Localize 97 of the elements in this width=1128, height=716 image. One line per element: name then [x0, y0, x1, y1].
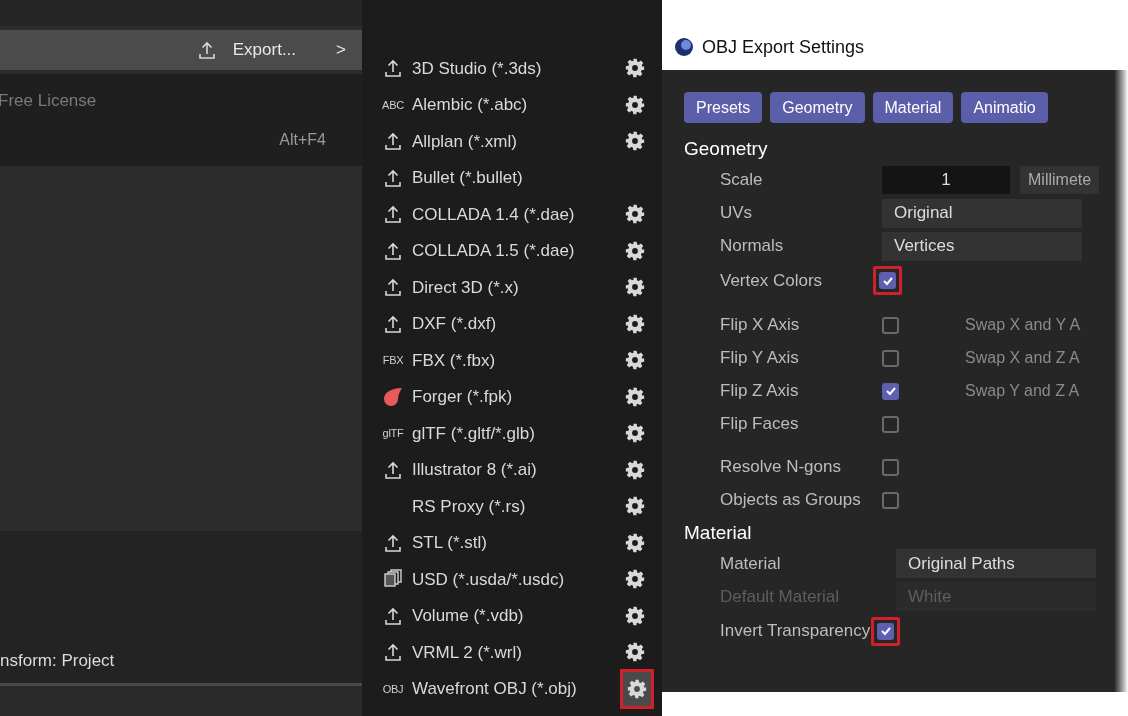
- format-menu-item[interactable]: FBX FBX (*.fbx): [374, 342, 650, 379]
- license-text: Free License: [0, 90, 98, 112]
- field-label: Flip X Axis: [720, 314, 801, 337]
- gear-icon: [625, 58, 645, 79]
- gear-icon: [627, 678, 647, 699]
- format-menu-item[interactable]: DXF (*.dxf): [374, 305, 650, 342]
- drop-icon: [382, 385, 404, 408]
- dialog-title: OBJ Export Settings: [702, 35, 865, 59]
- gear-icon: [625, 131, 645, 152]
- export-icon: [383, 167, 403, 188]
- format-menu-item[interactable]: Allplan (*.xml): [374, 123, 650, 160]
- field-label: Resolve N-gons: [720, 456, 842, 479]
- format-menu-item[interactable]: USD (*.usda/*.usdc): [374, 561, 650, 598]
- format-menu-item[interactable]: ABC Alembic (*.abc): [374, 86, 650, 123]
- field-label: Normals: [720, 235, 785, 258]
- field-label: Swap X and Y A: [965, 315, 1081, 335]
- checkbox[interactable]: [882, 458, 899, 476]
- tab[interactable]: Presets: [684, 92, 763, 123]
- format-label: ABC: [382, 97, 404, 113]
- format-menu-item[interactable]: OBJ Wavefront OBJ (*.obj): [374, 670, 650, 707]
- export-icon: [383, 240, 403, 261]
- field-label: UVs: [720, 202, 754, 225]
- checkbox[interactable]: [882, 316, 899, 334]
- checkbox[interactable]: [882, 415, 899, 433]
- export-icon: [383, 58, 403, 79]
- tab[interactable]: Animatio: [961, 92, 1048, 123]
- format-menu-item[interactable]: 3D Studio (*.3ds): [374, 50, 650, 87]
- format-label: OBJ: [382, 681, 404, 697]
- field-label: Flip Faces: [720, 413, 800, 436]
- format-menu-item[interactable]: Volume (*.vdb): [374, 597, 650, 634]
- export-icon: [383, 642, 403, 663]
- gear-icon: [625, 350, 645, 371]
- checkbox[interactable]: [882, 349, 899, 367]
- transform-label: nsform: Project: [0, 649, 115, 672]
- format-menu-item[interactable]: Bullet (*.bullet): [374, 159, 650, 196]
- export-icon: [383, 313, 403, 334]
- gear-icon: [625, 204, 645, 225]
- checkmark-icon: [884, 385, 897, 397]
- app-logo-icon: [674, 37, 694, 57]
- layers-icon: [383, 569, 403, 590]
- checkbox[interactable]: [877, 622, 895, 640]
- gear-icon: [625, 94, 645, 115]
- gear-icon: [625, 277, 645, 298]
- field-label: Material: [720, 552, 782, 575]
- tab[interactable]: Material: [872, 92, 954, 123]
- field-label: Invert Transparency: [720, 620, 871, 643]
- format-menu-item[interactable]: Direct 3D (*.x): [374, 269, 650, 306]
- field-label: Swap X and Z A: [965, 348, 1080, 368]
- export-icon: [383, 277, 403, 298]
- section-heading: Material: [684, 520, 753, 545]
- dropdown[interactable]: Original: [882, 198, 1082, 228]
- checkmark-icon: [879, 625, 892, 637]
- export-menu-item[interactable]: Export... >: [0, 30, 362, 70]
- field-label: Flip Y Axis: [720, 347, 800, 370]
- field-label: Swap Y and Z A: [965, 381, 1080, 401]
- gear-icon: [625, 642, 645, 663]
- field-label: Flip Z Axis: [720, 380, 800, 403]
- gear-icon: [625, 496, 645, 517]
- checkbox[interactable]: [882, 491, 899, 509]
- export-icon: [383, 459, 403, 480]
- checkbox[interactable]: [879, 272, 896, 289]
- field-label: Scale: [720, 169, 764, 192]
- dropdown[interactable]: Original Paths: [896, 549, 1096, 578]
- field-label: Objects as Groups: [720, 489, 862, 512]
- checkbox[interactable]: [882, 382, 899, 400]
- format-menu-item[interactable]: Forger (*.fpk): [374, 378, 650, 415]
- gear-icon: [625, 240, 645, 261]
- export-icon: [383, 204, 403, 225]
- format-menu-item[interactable]: COLLADA 1.5 (*.dae): [374, 232, 650, 269]
- field-label: Default Material: [720, 585, 841, 608]
- section-heading: Geometry: [684, 137, 769, 161]
- format-menu-item[interactable]: RS Proxy (*.rs): [374, 488, 650, 525]
- export-icon: [383, 532, 403, 553]
- gear-icon: [625, 459, 645, 480]
- gear-icon: [625, 313, 645, 334]
- gear-icon: [625, 569, 645, 590]
- format-label: glTF: [382, 426, 404, 441]
- chevron: >: [336, 39, 346, 62]
- export-icon: [196, 40, 217, 60]
- export-icon: [383, 131, 403, 152]
- gear-icon: [625, 605, 645, 626]
- format-menu-item[interactable]: Illustrator 8 (*.ai): [374, 451, 650, 488]
- format-menu-item[interactable]: glTF glTF (*.gltf/*.glb): [374, 415, 650, 452]
- scale-field[interactable]: 1: [882, 166, 1010, 194]
- gear-icon: [625, 532, 645, 553]
- unit-dropdown[interactable]: Millimete: [1020, 166, 1100, 194]
- export-icon: [383, 605, 403, 626]
- gear-icon: [625, 386, 645, 407]
- format-menu-item[interactable]: VRML 2 (*.wrl): [374, 634, 650, 671]
- gear-icon: [625, 423, 645, 444]
- shortcut-text: Alt+F4: [279, 129, 326, 150]
- field-label: Vertex Colors: [720, 269, 824, 292]
- format-menu-item[interactable]: STL (*.stl): [374, 524, 650, 561]
- dropdown[interactable]: Vertices: [882, 231, 1082, 261]
- format-menu-item[interactable]: COLLADA 1.4 (*.dae): [374, 196, 650, 233]
- format-label: FBX: [382, 353, 404, 368]
- tab[interactable]: Geometry: [770, 92, 865, 123]
